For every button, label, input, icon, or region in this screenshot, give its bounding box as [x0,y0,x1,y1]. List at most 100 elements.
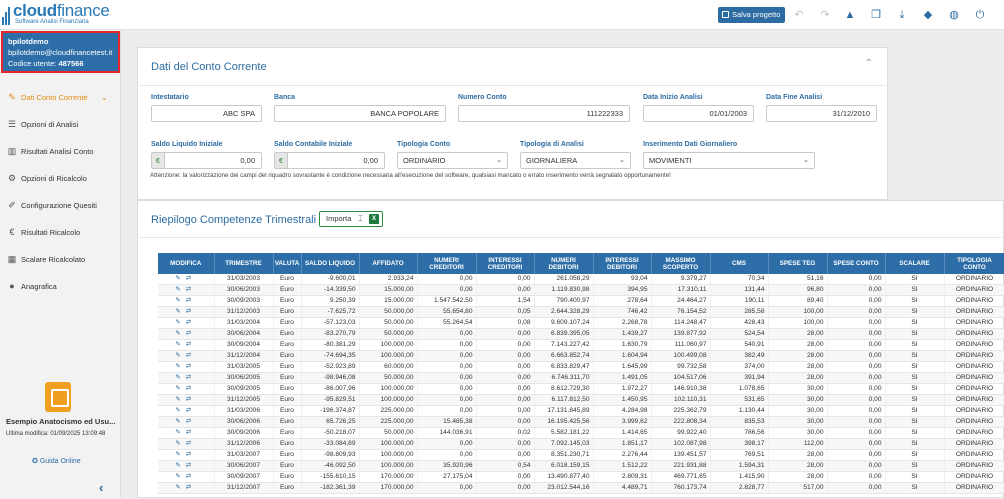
column-header[interactable]: TIPOLOGIA CONTO [944,253,1004,274]
saldo-contabile-field[interactable]: 0,00 [287,152,385,169]
tipologia-conto-select[interactable]: ORDINARIO ⌄ [397,152,508,169]
edit-row-icon[interactable]: ✎ [175,297,185,304]
swap-row-icon[interactable]: ⇄ [186,319,196,326]
swap-row-icon[interactable]: ⇄ [186,462,196,469]
table-cell: 170.000,00 [359,482,418,494]
sidebar-item-risultati-ricalcolo[interactable]: € Risultati Ricalcolo [0,219,120,246]
tipologia-analisi-select[interactable]: GIORNALIERA ⌄ [520,152,631,169]
column-header[interactable]: TRIMESTRE [214,253,274,274]
table-cell: 2.933,24 [359,274,418,285]
undo-icon[interactable]: ↶ [792,8,806,22]
column-header[interactable]: INTERESSI DEBITORI [593,253,652,274]
online-guide-link[interactable]: ✪ Guida Online [32,457,81,465]
swap-row-icon[interactable]: ⇄ [186,275,196,282]
sidebar-item-opzioni-analisi[interactable]: ☰ Opzioni di Analisi [0,111,120,138]
copy-icon[interactable]: ❐ [869,8,883,22]
swap-row-icon[interactable]: ⇄ [186,308,196,315]
edit-row-icon[interactable]: ✎ [175,473,185,480]
column-header[interactable]: SPESE TEG [768,253,828,274]
edit-row-icon[interactable]: ✎ [175,341,185,348]
data-inizio-field[interactable]: 01/01/2003 [643,105,754,122]
sidebar-item-label: Risultati Analisi Conto [21,147,94,156]
edit-row-icon[interactable]: ✎ [175,451,185,458]
sidebar-item-risultati-analisi[interactable]: ▥ Risultati Analisi Conto [0,138,120,165]
column-header[interactable]: NUMERI DEBITORI [534,253,594,274]
swap-row-icon[interactable]: ⇄ [186,440,196,447]
swap-row-icon[interactable]: ⇄ [186,352,196,359]
swap-row-icon[interactable]: ⇄ [186,374,196,381]
collapse-sidebar-icon[interactable]: ‹ [99,480,103,495]
saldo-liquido-field[interactable]: 0,00 [164,152,262,169]
swap-row-icon[interactable]: ⇄ [186,363,196,370]
sidebar-item-configurazione-quesiti[interactable]: ✐ Configurazione Quesiti [0,192,120,219]
intestatario-field[interactable]: ABC SPA [151,105,262,122]
sidebar-item-scalare-ricalcolato[interactable]: ▦ Scalare Ricalcolato [0,246,120,273]
user-info-box[interactable]: bpilotdemo bpilotdemo@cloudfinancetest.i… [1,31,120,73]
edit-row-icon[interactable]: ✎ [175,374,185,381]
swap-row-icon[interactable]: ⇄ [186,418,196,425]
edit-row-icon[interactable]: ✎ [175,352,185,359]
edit-row-icon[interactable]: ✎ [175,462,185,469]
column-header[interactable]: INTERESSI CREDITORI [476,253,535,274]
column-header[interactable]: CMS [710,253,769,274]
edit-row-icon[interactable]: ✎ [175,308,185,315]
save-project-button[interactable]: Salva progetto [718,7,785,23]
project-icon[interactable] [45,382,71,412]
warning-icon[interactable]: ▲ [843,8,857,22]
swap-row-icon[interactable]: ⇄ [186,451,196,458]
edit-row-icon[interactable]: ✎ [175,319,185,326]
table-cell: 2.276,44 [593,449,652,461]
swap-row-icon[interactable]: ⇄ [186,297,196,304]
swap-row-icon[interactable]: ⇄ [186,407,196,414]
table-cell: 30/06/2004 [214,328,274,340]
swap-row-icon[interactable]: ⇄ [186,330,196,337]
redo-icon[interactable]: ↷ [818,8,832,22]
edit-row-icon[interactable]: ✎ [175,418,185,425]
swap-row-icon[interactable]: ⇄ [186,396,196,403]
data-fine-field[interactable]: 31/12/2010 [766,105,877,122]
table-row: ✎⇄ 31/03/2005 Euro -52.923,89 60.000,00 0,00 0… [158,361,1004,373]
sidebar-item-opzioni-ricalcolo[interactable]: ⚙ Opzioni di Ricalcolo [0,165,120,192]
collapse-panel-icon[interactable]: ⌃ [865,58,873,69]
power-icon[interactable]: ⏻ [973,8,987,22]
edit-row-icon[interactable]: ✎ [175,440,185,447]
banca-field[interactable]: BANCA POPOLARE [274,105,446,122]
edit-row-icon[interactable]: ✎ [175,363,185,370]
column-header[interactable]: AFFIDATO [359,253,418,274]
edit-row-icon[interactable]: ✎ [175,429,185,436]
column-header[interactable]: MODIFICA [158,253,215,274]
column-header[interactable]: SCALARE [885,253,945,274]
app-logo[interactable]: cloudfinance Software Analisi Finanziari… [2,1,120,28]
globe-icon[interactable]: ◍ [947,8,961,22]
import-button[interactable]: Importa ⌶ X [319,211,383,227]
swap-row-icon[interactable]: ⇄ [186,341,196,348]
table-cell: ORDINARIO [944,449,1004,461]
edit-row-icon[interactable]: ✎ [175,396,185,403]
swap-row-icon[interactable]: ⇄ [186,473,196,480]
edit-row-icon[interactable]: ✎ [175,484,185,491]
swap-row-icon[interactable]: ⇄ [186,429,196,436]
table-cell: 0,00 [827,383,886,395]
sidebar-item-anagrafica[interactable]: ● Anagrafica [0,273,120,300]
tags-icon[interactable]: ◆ [921,8,935,22]
edit-row-icon[interactable]: ✎ [175,385,185,392]
inserimento-dati-select[interactable]: MOVIMENTI ⌄ [643,152,815,169]
column-header[interactable]: SALDO LIQUIDO [301,253,360,274]
column-header[interactable]: VALUTA [273,253,302,274]
edit-row-icon[interactable]: ✎ [175,330,185,337]
column-header[interactable]: SPESE CONTO [827,253,886,274]
swap-row-icon[interactable]: ⇄ [186,484,196,491]
swap-row-icon[interactable]: ⇄ [186,385,196,392]
table-cell: 170.000,00 [359,471,418,483]
edit-row-icon[interactable]: ✎ [175,286,185,293]
edit-row-icon[interactable]: ✎ [175,275,185,282]
numero-conto-field[interactable]: 111222333 [458,105,630,122]
download-icon[interactable]: ⤓ [895,8,909,22]
column-header[interactable]: MASSIMO SCOPERTO [651,253,711,274]
sidebar-item-dati-conto-corrente[interactable]: ✎ Dati Conto Corrente ⌄ [0,84,120,111]
table-cell: 60.000,00 [359,361,418,373]
edit-row-icon[interactable]: ✎ [175,407,185,414]
summary-panel: Riepilogo Competenze Trimestrali Importa… [137,200,1004,498]
column-header[interactable]: NUMERI CREDITORI [417,253,477,274]
swap-row-icon[interactable]: ⇄ [186,286,196,293]
